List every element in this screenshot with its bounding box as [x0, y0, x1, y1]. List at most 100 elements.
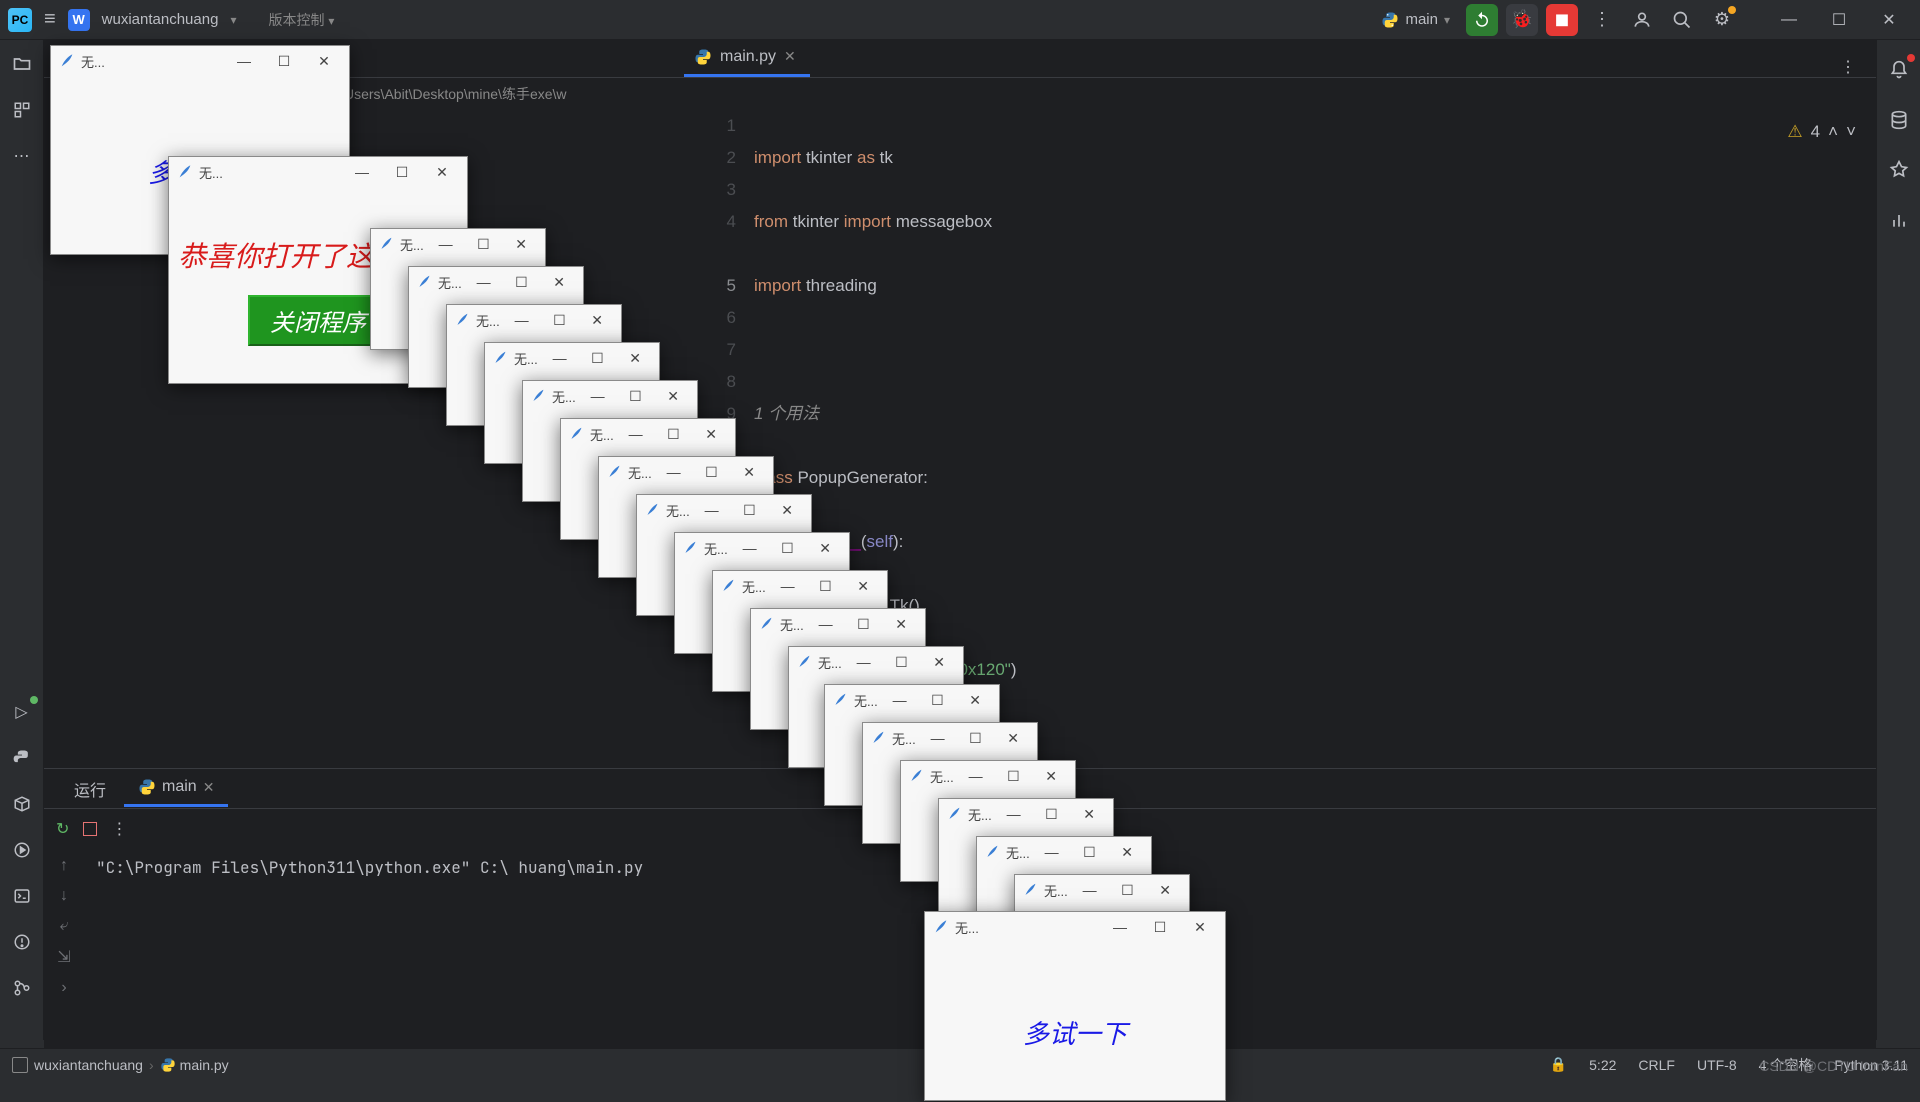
window-maximize-icon[interactable]: ☐ — [772, 540, 804, 557]
chevron-down-icon[interactable]: ˅ — [1846, 116, 1856, 148]
window-close-icon[interactable]: ✕ — [1111, 844, 1143, 861]
window-close-icon[interactable]: ✕ — [1035, 768, 1067, 785]
window-minimize-icon[interactable]: — — [696, 502, 728, 518]
rerun-button[interactable] — [1466, 4, 1498, 36]
window-minimize-icon[interactable]: — — [345, 164, 379, 180]
chevron-up-icon[interactable]: ˄ — [1828, 116, 1838, 148]
inspection-widget[interactable]: ⚠ 4 ˄ ˅ — [1787, 116, 1856, 148]
window-close-icon[interactable]: ✕ — [923, 654, 955, 671]
notifications-icon[interactable] — [1885, 56, 1913, 84]
window-close-icon[interactable]: ✕ — [1149, 882, 1181, 899]
window-maximize-icon[interactable]: ☐ — [620, 388, 652, 405]
window-close-icon[interactable]: ✕ — [885, 616, 917, 633]
vcs-tool-icon[interactable] — [8, 974, 36, 1002]
editor-tab-main[interactable]: main.py ✕ — [684, 40, 810, 77]
window-close-icon[interactable]: ✕ — [657, 388, 689, 405]
run-tab[interactable]: 运行 — [60, 769, 120, 809]
window-minimize-icon[interactable]: — — [998, 806, 1030, 822]
window-maximize-icon[interactable]: ☐ — [582, 350, 614, 367]
window-maximize-icon[interactable]: ☐ — [696, 464, 728, 481]
debug-button[interactable]: 🐞 — [1506, 4, 1538, 36]
kebab-icon[interactable]: ⋮ — [111, 819, 127, 839]
kebab-icon[interactable]: ⋮ — [1820, 57, 1876, 77]
window-minimize-icon[interactable]: — — [1074, 882, 1106, 898]
window-minimize-icon[interactable]: — — [1036, 844, 1068, 860]
window-minimize-icon[interactable]: — — [772, 578, 804, 594]
lock-icon[interactable]: 🔒 — [1550, 1056, 1567, 1073]
project-badge[interactable]: W — [68, 9, 90, 31]
chevron-down-icon[interactable]: ▾ — [230, 13, 236, 27]
window-close-icon[interactable]: ✕ — [847, 578, 879, 595]
breadcrumb-project[interactable]: wuxiantanchuang — [34, 1057, 143, 1073]
window-maximize-icon[interactable]: ☐ — [1112, 882, 1144, 899]
project-name[interactable]: wuxiantanchuang — [102, 11, 219, 28]
terminal-icon[interactable] — [8, 882, 36, 910]
window-close-icon[interactable]: ✕ — [997, 730, 1029, 747]
close-icon[interactable]: ✕ — [784, 48, 796, 65]
window-maximize-icon[interactable]: ☐ — [385, 164, 419, 181]
run-config-selector[interactable]: main ▾ — [1373, 7, 1458, 33]
window-maximize-icon[interactable]: ☐ — [506, 274, 538, 291]
window-close-icon[interactable]: ✕ — [733, 464, 765, 481]
window-minimize-icon[interactable]: — — [620, 426, 652, 442]
window-close-icon[interactable]: ✕ — [307, 53, 341, 70]
line-ending[interactable]: CRLF — [1638, 1057, 1675, 1073]
window-minimize-icon[interactable]: — — [506, 312, 538, 328]
python-console-icon[interactable] — [8, 744, 36, 772]
structure-tool-icon[interactable] — [8, 96, 36, 124]
window-minimize-icon[interactable]: — — [582, 388, 614, 404]
search-icon[interactable] — [1666, 4, 1698, 36]
window-close-icon[interactable]: ✕ — [619, 350, 651, 367]
main-menu-icon[interactable]: ≡ — [44, 8, 56, 31]
window-maximize-icon[interactable]: ☐ — [1074, 844, 1106, 861]
settings-icon[interactable]: ⚙ — [1706, 4, 1738, 36]
window-close-icon[interactable]: ✕ — [543, 274, 575, 291]
up-icon[interactable]: ↑ — [60, 857, 68, 875]
window-maximize-icon[interactable]: ☐ — [810, 578, 842, 595]
stop-button[interactable]: ◼ — [1546, 4, 1578, 36]
window-maximize-icon[interactable]: ☐ — [544, 312, 576, 329]
window-maximize-icon[interactable]: ☐ — [1036, 806, 1068, 823]
vcs-menu[interactable]: 版本控制 ▾ — [268, 10, 334, 30]
charts-icon[interactable] — [1885, 206, 1913, 234]
window-minimize-icon[interactable]: — — [734, 540, 766, 556]
window-maximize-icon[interactable]: ☐ — [886, 654, 918, 671]
window-close-icon[interactable]: ✕ — [695, 426, 727, 443]
run-tab-main[interactable]: main ✕ — [124, 770, 228, 807]
app-icon[interactable]: PC — [8, 8, 32, 32]
expand-icon[interactable]: › — [61, 979, 66, 997]
packages-icon[interactable] — [8, 790, 36, 818]
window-maximize-icon[interactable]: ☐ — [848, 616, 880, 633]
window-close-icon[interactable]: ✕ — [581, 312, 613, 329]
window-maximize-icon[interactable]: ☐ — [468, 236, 500, 253]
run-tool-icon[interactable]: ▷ — [8, 698, 36, 726]
window-maximize-icon[interactable]: ☐ — [1143, 919, 1177, 936]
window-minimize-icon[interactable]: — — [1766, 4, 1812, 36]
more-icon[interactable]: ⋯ — [8, 142, 36, 170]
window-maximize-icon[interactable]: ☐ — [658, 426, 690, 443]
close-icon[interactable]: ✕ — [203, 779, 215, 796]
down-icon[interactable]: ↓ — [60, 887, 68, 905]
window-maximize-icon[interactable]: ☐ — [1816, 4, 1862, 36]
database-icon[interactable] — [1885, 106, 1913, 134]
window-close-icon[interactable]: ✕ — [1183, 919, 1217, 936]
window-close-icon[interactable]: ✕ — [1073, 806, 1105, 823]
stop-icon[interactable] — [83, 822, 97, 836]
window-minimize-icon[interactable]: — — [848, 654, 880, 670]
window-maximize-icon[interactable]: ☐ — [267, 53, 301, 70]
window-minimize-icon[interactable]: — — [468, 274, 500, 290]
window-close-icon[interactable]: ✕ — [771, 502, 803, 519]
window-minimize-icon[interactable]: — — [884, 692, 916, 708]
services-icon[interactable] — [8, 836, 36, 864]
window-maximize-icon[interactable]: ☐ — [960, 730, 992, 747]
encoding[interactable]: UTF-8 — [1697, 1057, 1737, 1073]
window-minimize-icon[interactable]: — — [810, 616, 842, 632]
window-minimize-icon[interactable]: — — [1103, 919, 1137, 935]
breadcrumb-file[interactable]: main.py — [180, 1057, 229, 1073]
soft-wrap-icon[interactable]: ⤶ — [60, 917, 69, 935]
close-program-button[interactable]: 关闭程序 — [248, 295, 388, 346]
window-minimize-icon[interactable]: — — [227, 53, 261, 69]
window-minimize-icon[interactable]: — — [430, 236, 462, 252]
window-maximize-icon[interactable]: ☐ — [734, 502, 766, 519]
kebab-icon[interactable]: ⋮ — [1586, 4, 1618, 36]
